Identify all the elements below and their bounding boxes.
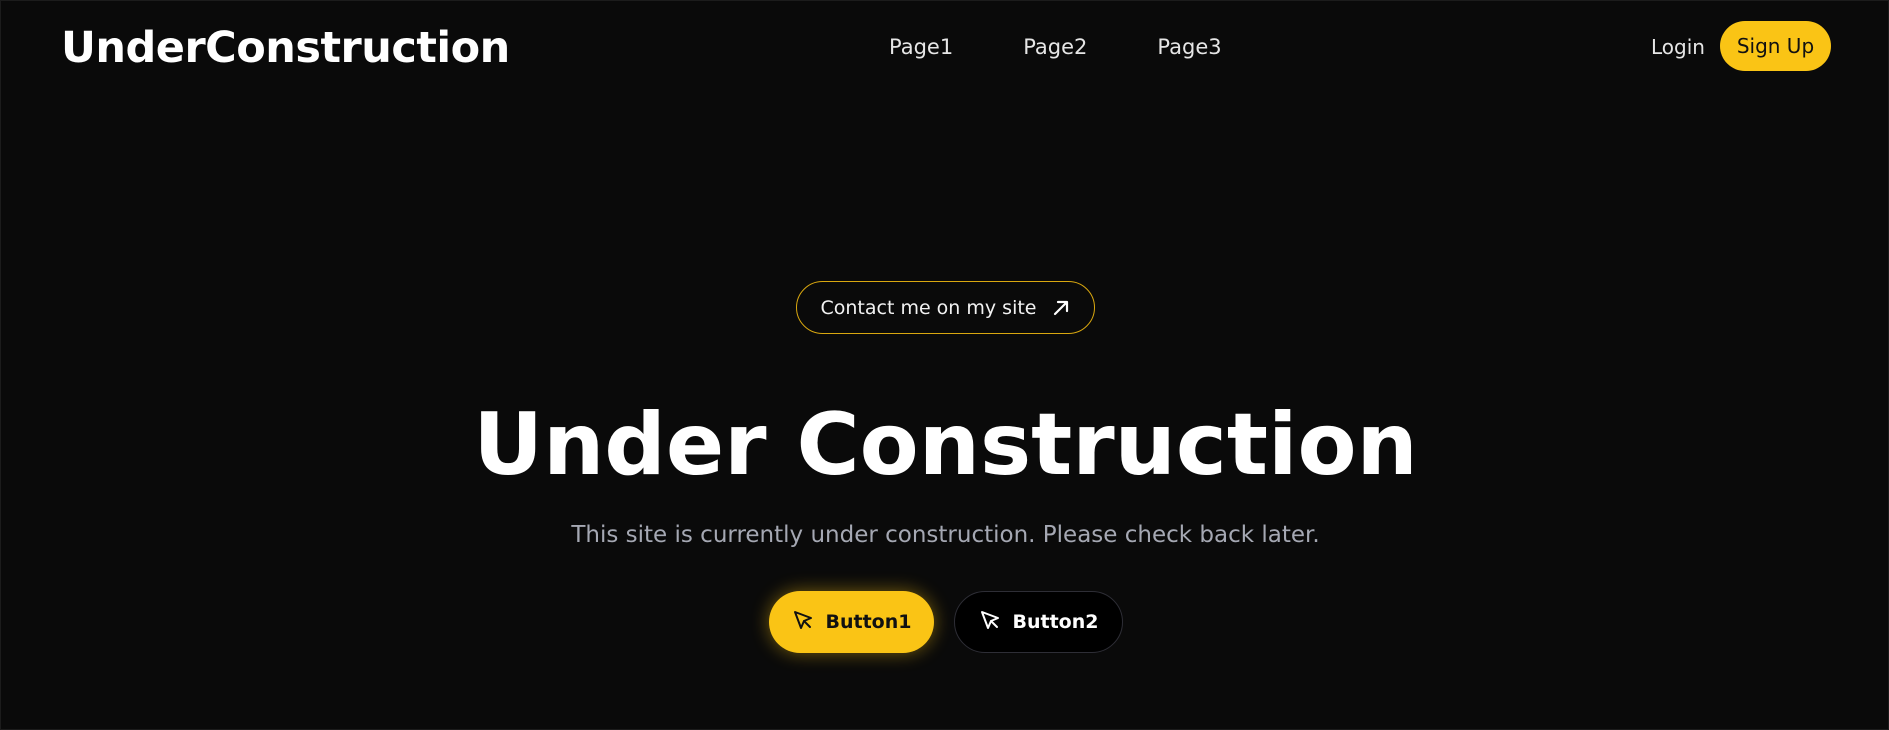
hero-title: Under Construction <box>473 395 1418 495</box>
nav-link-page2[interactable]: Page2 <box>1023 33 1087 61</box>
button1[interactable]: Button1 <box>769 591 934 653</box>
signup-button[interactable]: Sign Up <box>1720 21 1831 71</box>
nav-link-page3[interactable]: Page3 <box>1157 33 1221 61</box>
contact-link[interactable]: Contact me on my site <box>796 281 1095 334</box>
cursor-pointer-icon <box>979 609 1001 636</box>
brand-logo[interactable]: UnderConstruction <box>61 23 510 73</box>
contact-link-label: Contact me on my site <box>820 296 1037 319</box>
button1-label: Button1 <box>825 611 912 633</box>
button2[interactable]: Button2 <box>954 591 1123 653</box>
arrow-up-right-icon <box>1051 298 1071 318</box>
button2-label: Button2 <box>1012 611 1099 633</box>
page: UnderConstruction Page1 Page2 Page3 Logi… <box>0 0 1889 730</box>
main-nav: Page1 Page2 Page3 <box>889 33 1222 61</box>
nav-link-page1[interactable]: Page1 <box>889 33 953 61</box>
hero-subtitle: This site is currently under constructio… <box>571 522 1320 548</box>
header: UnderConstruction Page1 Page2 Page3 Logi… <box>1 1 1889 93</box>
login-link[interactable]: Login <box>1651 33 1705 61</box>
cursor-pointer-icon <box>792 609 814 636</box>
